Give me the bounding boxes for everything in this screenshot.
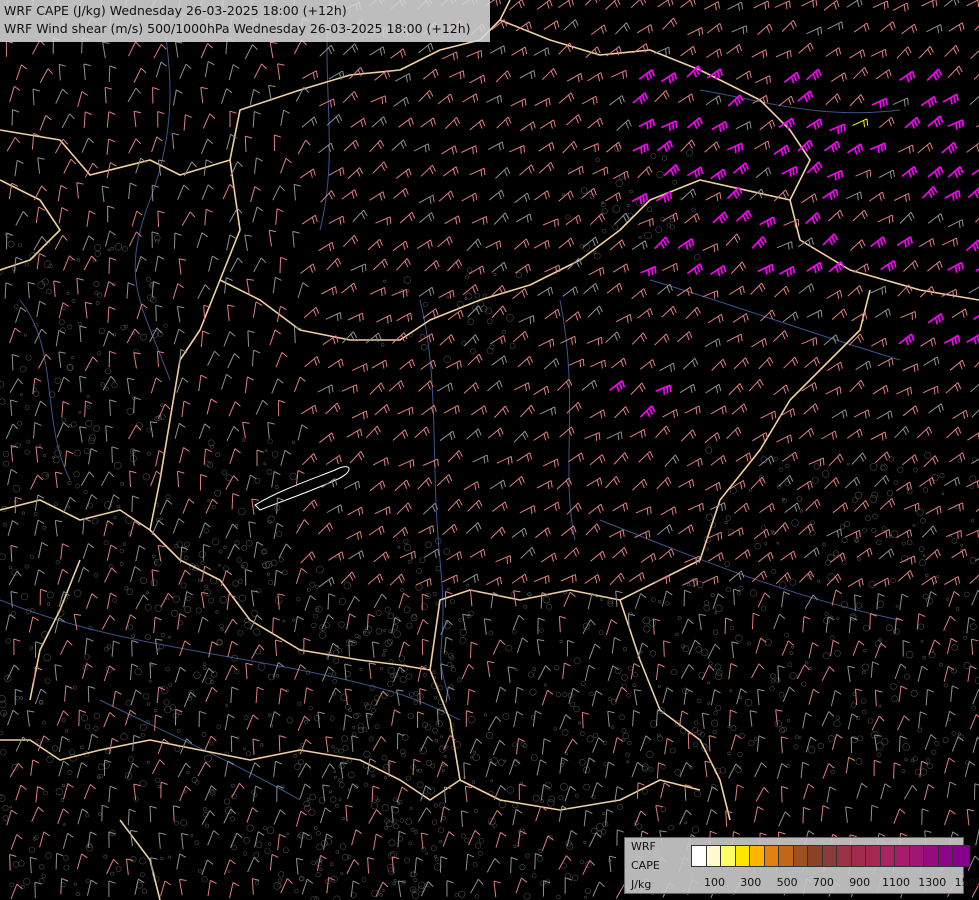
- legend-tick-label: 1300: [918, 876, 947, 889]
- weather-map: [0, 0, 979, 900]
- map-title-box: WRF CAPE (J/kg) Wednesday 26-03-2025 18:…: [0, 0, 490, 42]
- title-cape: WRF CAPE (J/kg) Wednesday 26-03-2025 18:…: [4, 3, 347, 18]
- legend-tick-label: 300: [740, 876, 762, 889]
- title-wind-shear: WRF Wind shear (m/s) 500/1000hPa Wednesd…: [4, 21, 471, 36]
- legend-tick-label: 1500: [954, 876, 979, 889]
- legend-unit: J/kg: [631, 878, 652, 891]
- legend-model: WRF: [631, 840, 656, 853]
- legend-tick-label: 500: [776, 876, 798, 889]
- legend-tick-label: 700: [812, 876, 834, 889]
- cape-legend: WRF CAPE J/kg 100 300 500 700 900 1100 1300 150…: [624, 837, 979, 894]
- legend-tick-label: 1100: [882, 876, 910, 889]
- legend-swatch: [952, 845, 970, 867]
- legend-tick-label: 900: [849, 876, 871, 889]
- legend-field: CAPE: [631, 859, 660, 872]
- legend-tick-label: 100: [704, 876, 725, 889]
